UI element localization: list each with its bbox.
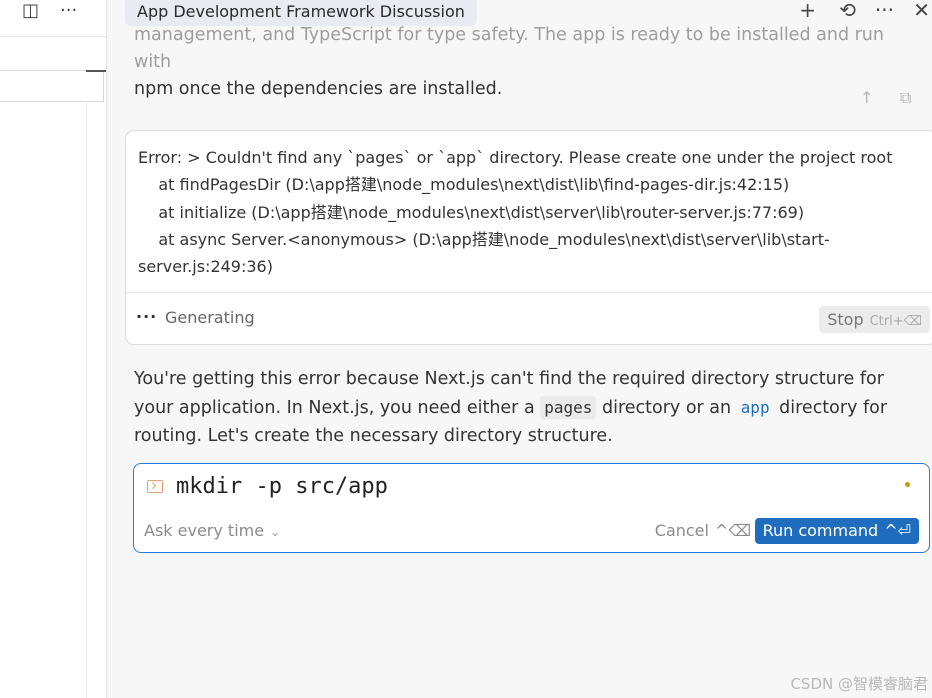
left-search-input[interactable] — [0, 70, 104, 102]
cancel-shortcut: ^⌫ — [714, 521, 751, 540]
run-shortcut: ^⏎ — [884, 521, 911, 540]
arrow-up-icon[interactable]: ↑ — [860, 88, 873, 107]
generating-label: Generating — [165, 308, 255, 327]
plus-icon[interactable]: + — [799, 0, 816, 22]
loading-dots-icon: ··· — [136, 307, 158, 326]
run-command-button[interactable]: Run command ^⏎ — [754, 518, 919, 544]
command-card: mkdir -p src/app Ask every time ⌄ Cancel ^… — [133, 463, 930, 553]
message-line: npm once the dependencies are installed. — [134, 79, 503, 99]
stop-shortcut: Ctrl+⌫ — [869, 314, 922, 329]
watermark: CSDN @智模睿脑君 — [790, 675, 928, 693]
close-icon[interactable]: ✕ — [913, 0, 930, 22]
more-horizontal-icon[interactable]: ··· — [875, 0, 894, 22]
cancel-button[interactable]: Cancel ^⌫ — [655, 521, 751, 540]
error-message: Error: > Couldn't find any `pages` or `a… — [138, 148, 893, 277]
assistant-reply: You're getting this error because Next.j… — [134, 366, 924, 450]
card-divider — [126, 292, 932, 293]
panel-layout-icon[interactable]: ◫ — [22, 0, 39, 22]
active-indicator — [86, 70, 106, 72]
command-text[interactable]: mkdir -p src/app — [176, 474, 388, 499]
chevron-down-icon: ⌄ — [270, 525, 281, 539]
message-line-clipped: management, and TypeScript for type safe… — [134, 25, 884, 72]
stop-button[interactable]: Stop Ctrl+⌫ — [819, 306, 930, 333]
ask-every-time-select[interactable]: Ask every time ⌄ — [144, 521, 280, 540]
left-scrollbar[interactable] — [86, 100, 87, 698]
more-horizontal-icon[interactable]: ··· — [60, 0, 77, 22]
message-actions: ↑ ⧉ — [860, 88, 920, 112]
cancel-label: Cancel — [654, 521, 709, 540]
copy-icon[interactable]: ⧉ — [900, 88, 911, 108]
inline-code-app[interactable]: app — [737, 398, 774, 417]
reply-text: directory or an — [596, 397, 737, 418]
error-card: Error: > Couldn't find any `pages` or `a… — [125, 130, 932, 345]
terminal-icon — [147, 480, 163, 493]
stop-label: Stop — [827, 310, 864, 329]
ask-label: Ask every time — [144, 521, 265, 540]
history-icon[interactable]: ⟲ — [839, 0, 856, 22]
run-label: Run command — [762, 521, 879, 540]
left-toolbar: ◫ ··· — [0, 0, 106, 37]
previous-assistant-message: management, and TypeScript for type safe… — [134, 22, 924, 103]
inline-code-pages: pages — [540, 395, 597, 419]
status-dot — [905, 482, 910, 487]
left-pane: ◫ ··· — [0, 0, 107, 698]
chat-panel: App Development Framework Discussion + ⟲… — [107, 0, 932, 698]
